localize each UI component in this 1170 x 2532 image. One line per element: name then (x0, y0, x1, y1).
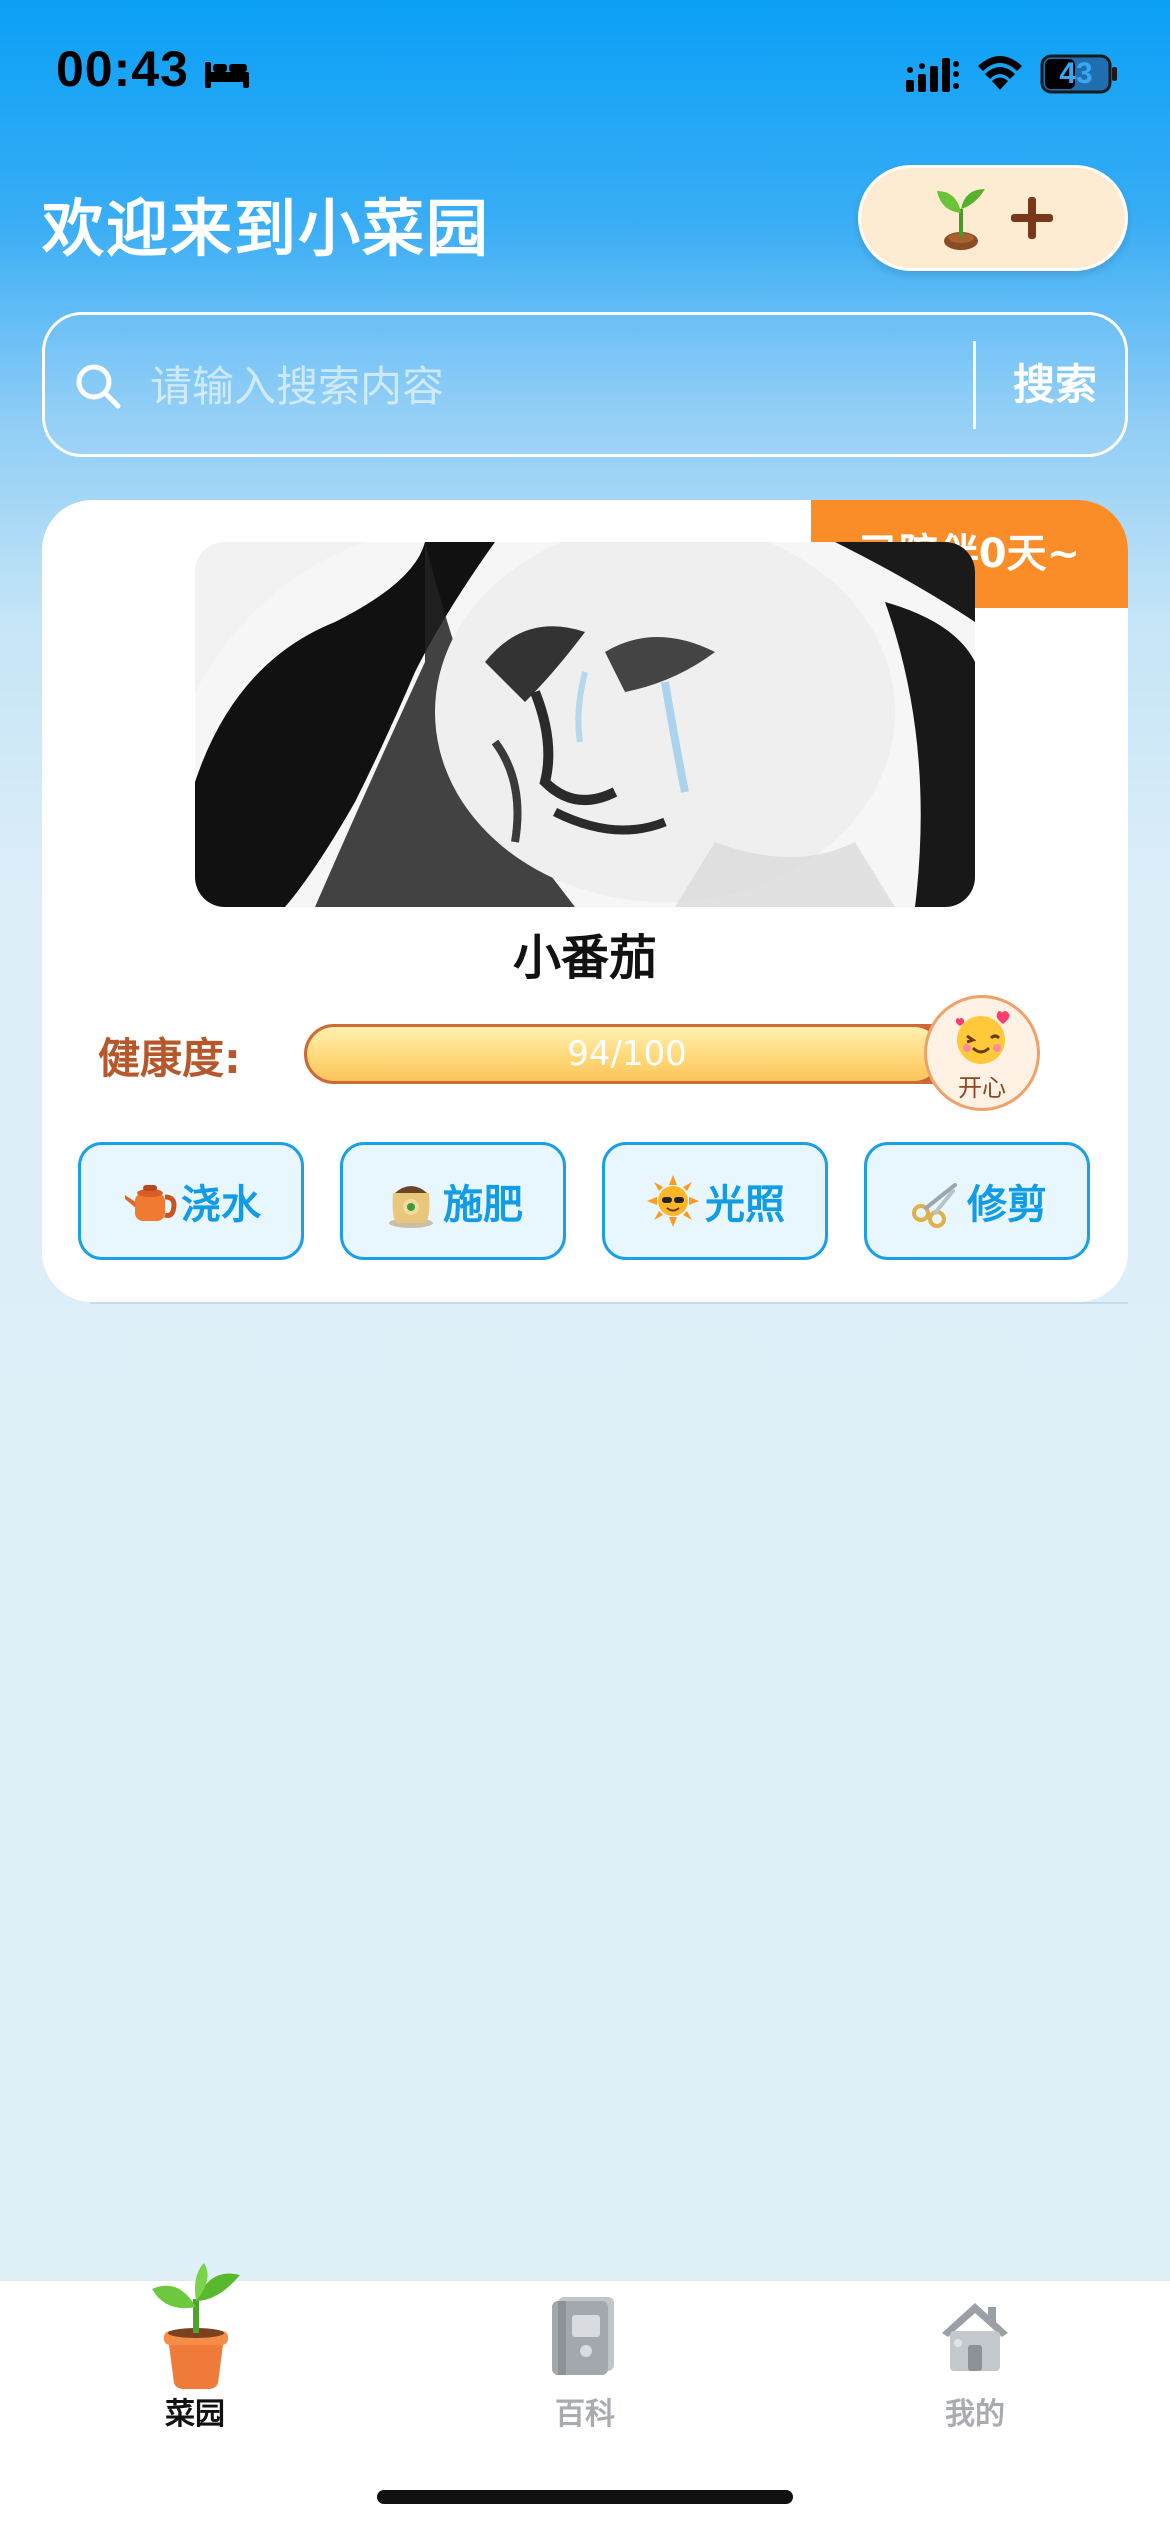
sunlight-label: 光照 (705, 1182, 785, 1228)
tab-encyclopedia-label: 百科 (555, 2397, 615, 2432)
search-icon (76, 364, 121, 409)
tab-profile[interactable]: 我的 (780, 2281, 1170, 2441)
house-icon (942, 2303, 1008, 2371)
card-divider (90, 1302, 1128, 1304)
happy-face-icon (955, 1011, 1010, 1064)
mood-badge[interactable]: 开心 (924, 995, 1040, 1111)
plant-photo (195, 542, 975, 907)
fertilizer-bag-icon (389, 1186, 433, 1228)
plant-card[interactable]: 已陪伴0天~ 小番茄 健康度: 94/100 (42, 500, 1128, 1302)
search-divider (973, 341, 976, 429)
fertilize-label: 施肥 (443, 1182, 523, 1228)
watering-can-icon (125, 1185, 177, 1221)
prune-label: 修剪 (967, 1182, 1047, 1228)
tab-garden[interactable]: 菜园 (0, 2263, 390, 2441)
plant-name: 小番茄 (512, 930, 657, 986)
wifi-icon (978, 56, 1022, 90)
mood-label: 开心 (958, 1074, 1006, 1102)
plant-image[interactable] (195, 542, 975, 907)
page-title: 欢迎来到小菜园 (42, 192, 491, 265)
scissors-icon (912, 1183, 957, 1228)
tab-garden-label: 菜园 (165, 2397, 225, 2432)
health-label: 健康度: (98, 1034, 241, 1083)
signal-icon (906, 58, 959, 92)
home-indicator[interactable] (377, 2490, 793, 2504)
tab-profile-label: 我的 (945, 2397, 1005, 2432)
plus-icon (1011, 197, 1053, 239)
health-value: 94/100 (567, 1034, 687, 1074)
search-bar: 搜索 (42, 312, 1128, 457)
search-button[interactable]: 搜索 (1000, 355, 1110, 415)
status-bar: 00:43 43 (0, 0, 1170, 150)
search-input[interactable] (150, 353, 990, 419)
sleep-icon (205, 62, 249, 88)
water-label: 浇水 (181, 1182, 261, 1228)
health-bar: 94/100 (304, 1024, 984, 1084)
sunlight-button[interactable]: 光照 (602, 1142, 828, 1260)
status-time: 00:43 (56, 41, 189, 97)
water-button[interactable]: 浇水 (78, 1142, 304, 1260)
potted-plant-icon (152, 2263, 240, 2389)
sun-icon (647, 1175, 699, 1227)
tab-encyclopedia[interactable]: 百科 (390, 2281, 780, 2441)
add-plant-button[interactable] (858, 165, 1128, 271)
book-icon (552, 2297, 614, 2375)
fertilize-button[interactable]: 施肥 (340, 1142, 566, 1260)
battery-level: 43 (1059, 57, 1093, 90)
prune-button[interactable]: 修剪 (864, 1142, 1090, 1260)
seedling-icon (937, 189, 985, 250)
